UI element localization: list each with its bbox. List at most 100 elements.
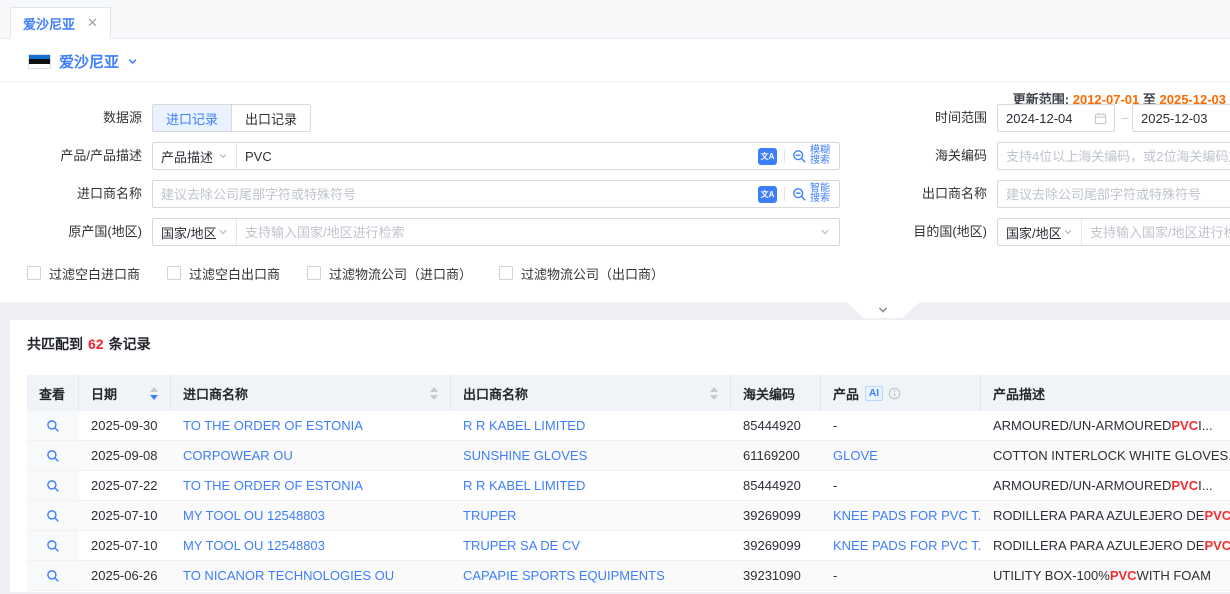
translate-icon[interactable]: 文A [758, 148, 777, 165]
summary-suffix: 条记录 [109, 336, 151, 352]
filter-checkbox[interactable]: 过滤空白进口商 [27, 264, 140, 283]
view-record-button[interactable] [46, 419, 60, 433]
checkbox-box-icon[interactable] [499, 266, 513, 280]
filter-checkbox[interactable]: 过滤空白出口商 [167, 264, 280, 283]
sort-down-icon[interactable] [430, 395, 438, 400]
hs-code-cell: 61169200 [731, 441, 821, 470]
exporter-input[interactable] [998, 181, 1230, 207]
header-description: 产品描述 [981, 375, 1230, 411]
view-cell [27, 561, 79, 590]
importer-link[interactable]: TO THE ORDER OF ESTONIA [183, 418, 363, 433]
description-cell: COTTON INTERLOCK WHITE GLOVES... [981, 441, 1230, 470]
origin-type-select[interactable]: 国家/地区 [153, 219, 237, 245]
view-record-button[interactable] [46, 569, 60, 583]
checkbox-label: 过滤物流公司（进口商） [329, 264, 472, 283]
header-exporter[interactable]: 出口商名称 [451, 375, 731, 411]
description-text: RODILLERA PARA AZULEJERO DE [993, 508, 1204, 523]
fuzzy-search-button[interactable]: 模糊搜索 [792, 146, 839, 166]
exporter-cell: R R KABEL LIMITED [451, 411, 731, 440]
exporter-link[interactable]: R R KABEL LIMITED [463, 418, 585, 433]
info-icon[interactable] [888, 387, 901, 400]
importer-link[interactable]: MY TOOL OU 12548803 [183, 538, 325, 553]
view-record-button[interactable] [46, 539, 60, 553]
checkbox-box-icon[interactable] [167, 266, 181, 280]
product-label[interactable]: KNEE PADS FOR PVC T... [833, 508, 981, 523]
table-row: 2025-06-26TO NICANOR TECHNOLOGIES OUCAPA… [27, 561, 1230, 591]
view-record-button[interactable] [46, 479, 60, 493]
tab-estonia[interactable]: 爱沙尼亚 ✕ [10, 7, 111, 39]
sort-date-control[interactable] [142, 387, 158, 400]
hs-code-input[interactable] [998, 143, 1230, 169]
view-cell [27, 441, 79, 470]
destination-country-input[interactable] [1082, 219, 1230, 245]
date-to-input[interactable] [1133, 105, 1230, 131]
search-icon [46, 479, 60, 493]
view-record-button[interactable] [46, 449, 60, 463]
description-text: ARMOURED/UN-ARMOURED [993, 418, 1171, 433]
export-records-tab[interactable]: 出口记录 [231, 105, 310, 131]
exporter-link[interactable]: TRUPER [463, 508, 516, 523]
sort-up-icon[interactable] [430, 387, 438, 392]
importer-link[interactable]: CORPOWEAR OU [183, 448, 293, 463]
sort-exporter-control[interactable] [702, 387, 718, 400]
checkbox-box-icon[interactable] [307, 266, 321, 280]
sort-down-icon[interactable] [150, 395, 158, 400]
sort-up-icon[interactable] [710, 387, 718, 392]
country-selector[interactable]: 爱沙尼亚 [28, 51, 138, 72]
checkbox-box-icon[interactable] [27, 266, 41, 280]
chevron-down-icon [1063, 227, 1073, 237]
calendar-icon [1094, 112, 1107, 125]
exporter-field [997, 180, 1230, 208]
description-highlight: PVC [1110, 568, 1137, 583]
search-minus-icon [792, 149, 807, 164]
import-records-tab[interactable]: 进口记录 [153, 105, 231, 131]
importer-link[interactable]: MY TOOL OU 12548803 [183, 508, 325, 523]
tab-title: 爱沙尼亚 [23, 14, 75, 33]
checkbox-label: 过滤空白出口商 [189, 264, 280, 283]
product-type-select[interactable]: 产品描述 [153, 143, 237, 169]
filter-checkbox[interactable]: 过滤物流公司（进口商） [307, 264, 472, 283]
date-from-input[interactable] [998, 105, 1094, 131]
exporter-link[interactable]: TRUPER SA DE CV [463, 538, 580, 553]
data-source-toggle: 进口记录 出口记录 [152, 104, 311, 132]
chevron-down-icon [877, 304, 889, 316]
date-cell: 2025-09-30 [79, 411, 171, 440]
description-cell: ARMOURED/UN-ARMOURED PVC I... [981, 471, 1230, 500]
sort-up-icon[interactable] [150, 387, 158, 392]
exporter-link[interactable]: SUNSHINE GLOVES [463, 448, 587, 463]
results-panel: 共匹配到62条记录 查看 日期 进口商名称 出口商名称 海关编码 [10, 320, 1230, 592]
view-record-button[interactable] [46, 509, 60, 523]
sort-down-icon[interactable] [710, 395, 718, 400]
origin-country-input[interactable] [237, 219, 820, 245]
product-label: - [833, 568, 837, 583]
importer-input[interactable] [153, 181, 758, 207]
description-text: WITH FOAM [1137, 568, 1211, 583]
product-label[interactable]: KNEE PADS FOR PVC T... [833, 538, 981, 553]
product-cell: - [821, 561, 981, 590]
filter-checkbox[interactable]: 过滤物流公司（出口商） [499, 264, 664, 283]
sort-importer-control[interactable] [422, 387, 438, 400]
search-icon [46, 419, 60, 433]
divider [784, 149, 785, 163]
chevron-down-icon [820, 227, 839, 237]
product-search-input[interactable] [237, 143, 758, 169]
fuzzy-search-label: 模糊搜索 [810, 146, 832, 166]
app-window: 爱沙尼亚 ✕ 爱沙尼亚 更新范围: 2012-07-01 至 2025-12-0… [0, 0, 1230, 594]
hs-code-cell: 85444920 [731, 411, 821, 440]
collapse-filters-button[interactable] [846, 302, 920, 318]
exporter-link[interactable]: R R KABEL LIMITED [463, 478, 585, 493]
view-cell [27, 411, 79, 440]
header-date[interactable]: 日期 [79, 375, 171, 411]
importer-link[interactable]: TO THE ORDER OF ESTONIA [183, 478, 363, 493]
smart-search-button[interactable]: 智能搜索 [792, 184, 839, 204]
exporter-link[interactable]: CAPAPIE SPORTS EQUIPMENTS [463, 568, 665, 583]
header-importer[interactable]: 进口商名称 [171, 375, 451, 411]
close-icon[interactable]: ✕ [87, 15, 98, 31]
hs-code-field [997, 142, 1230, 170]
destination-type-select[interactable]: 国家/地区 [998, 219, 1082, 245]
product-label[interactable]: GLOVE [833, 448, 878, 463]
translate-icon[interactable]: 文A [758, 186, 777, 203]
importer-link[interactable]: TO NICANOR TECHNOLOGIES OU [183, 568, 394, 583]
time-range-label: 时间范围 [857, 104, 987, 132]
origin-country-label: 原产国(地区) [0, 218, 142, 246]
